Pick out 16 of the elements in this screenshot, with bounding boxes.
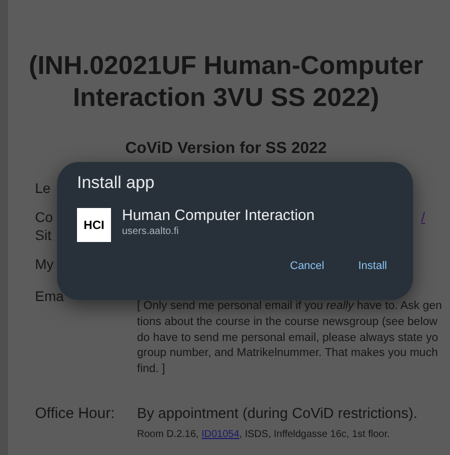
field-label: Co Sit bbox=[35, 208, 53, 244]
email-note: [ Only send me personal email if you really have to. Ask gen tions about the course in the course newsgroup (see below do have to send me personal email, please always state yo group number, and Matrikelnummer. That makes you much find. ] bbox=[137, 299, 442, 378]
install-button[interactable]: Install bbox=[350, 254, 395, 278]
app-name: Human Computer Interaction bbox=[122, 206, 315, 225]
page-heading: (INH.02021UF Human-Computer Interaction 3VU SS 2022) bbox=[28, 49, 424, 113]
field-label: Le bbox=[35, 179, 51, 197]
app-host: users.aalto.fi bbox=[122, 225, 180, 238]
cancel-button[interactable]: Cancel bbox=[282, 254, 332, 278]
field-label: My bbox=[35, 255, 54, 273]
office-hour-text: By appointment (during CoViD restrictions). bbox=[137, 404, 418, 424]
field-label: Office Hour: bbox=[35, 404, 116, 424]
room-text: Room D.2.16, ID01054, ISDS, Inffeldgasse 16c, 1st floor. bbox=[137, 428, 391, 441]
dialog-title: Install app bbox=[77, 172, 156, 194]
field-label: Ema bbox=[35, 287, 65, 305]
app-icon: HCI bbox=[77, 208, 111, 242]
page-subtitle: CoViD Version for SS 2022 bbox=[124, 139, 328, 158]
